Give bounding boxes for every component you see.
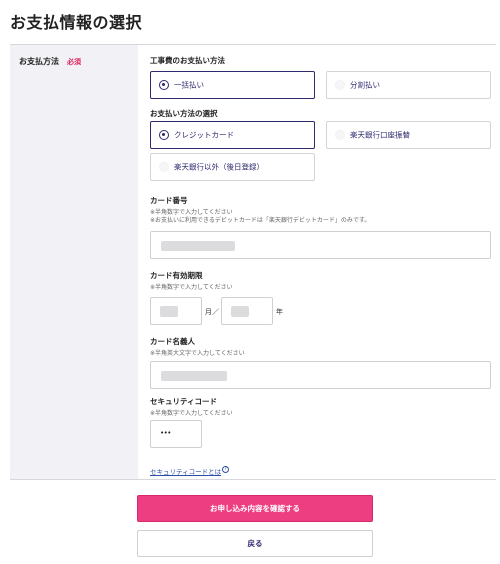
- month-unit: 月／: [205, 308, 219, 316]
- masked-value: [161, 241, 235, 251]
- security-code-title: セキュリティコード: [150, 397, 218, 406]
- radio-checked-icon: [159, 130, 169, 140]
- payment-selection-title: お支払い方法の選択: [150, 109, 218, 118]
- card-holder-note: ※半角英大文字で入力してください: [150, 350, 245, 357]
- page-title: お支払情報の選択: [10, 13, 143, 32]
- security-help-link[interactable]: セキュリティコードとは?: [150, 459, 230, 478]
- option-label: 楽天銀行以外（後日登録）: [174, 162, 264, 172]
- confirm-application-button[interactable]: お申し込み内容を確認する: [137, 495, 373, 522]
- option-lump-sum[interactable]: 一括払い: [150, 71, 315, 99]
- radio-unchecked-icon: [335, 130, 345, 140]
- required-badge: 必須: [67, 58, 81, 66]
- option-label: 一括払い: [174, 80, 204, 90]
- card-number-input[interactable]: [150, 231, 491, 259]
- masked-value: [231, 306, 249, 317]
- option-credit-card[interactable]: クレジットカード: [150, 121, 315, 149]
- option-label: 楽天銀行口座振替: [350, 130, 410, 140]
- radio-checked-icon: [159, 80, 169, 90]
- construction-fee-title: 工事費のお支払い方法: [150, 56, 225, 65]
- help-link-text[interactable]: セキュリティコードとは: [150, 468, 221, 476]
- question-circle-icon: ?: [222, 466, 230, 473]
- card-holder-title: カード名義人: [150, 337, 195, 346]
- expiry-year-input[interactable]: [221, 297, 273, 325]
- card-number-title: カード番号: [150, 196, 188, 205]
- radio-unchecked-icon: [159, 162, 169, 172]
- expiry-note: ※半角数字で入力してください: [150, 284, 233, 291]
- debit-card-note: ※お支払いに利用できるデビットカードは「楽天銀行デビットカード」のみです。: [150, 217, 371, 224]
- masked-value: [160, 306, 178, 317]
- expiry-title: カード有効期限: [150, 271, 203, 280]
- option-installment[interactable]: 分割払い: [326, 71, 491, 99]
- expiry-month-input[interactable]: [150, 297, 202, 325]
- masked-value: [161, 371, 227, 381]
- label-column: お支払方法 必須: [10, 45, 138, 479]
- security-code-input[interactable]: •••: [150, 420, 202, 448]
- security-code-note: ※半角数字で入力してください: [150, 410, 233, 417]
- option-label: 分割払い: [350, 80, 380, 90]
- payment-method-label: お支払方法: [19, 57, 59, 66]
- year-unit: 年: [276, 308, 283, 316]
- masked-dots: •••: [160, 429, 171, 437]
- option-label: クレジットカード: [174, 130, 234, 140]
- radio-unchecked-icon: [335, 80, 345, 90]
- option-rakuten-bank-transfer[interactable]: 楽天銀行口座振替: [326, 121, 491, 149]
- option-other-bank-later[interactable]: 楽天銀行以外（後日登録）: [150, 153, 315, 181]
- payment-form: お支払方法 必須: [10, 44, 496, 480]
- back-button[interactable]: 戻る: [137, 530, 373, 557]
- card-holder-input[interactable]: [150, 361, 491, 389]
